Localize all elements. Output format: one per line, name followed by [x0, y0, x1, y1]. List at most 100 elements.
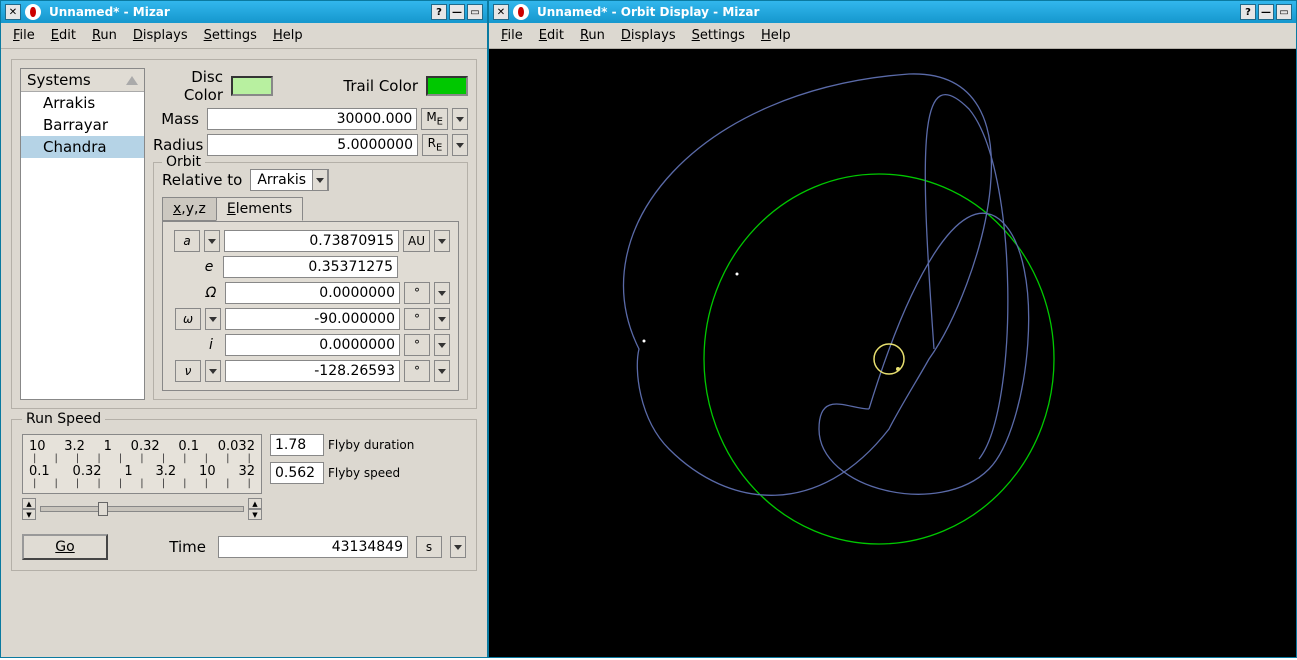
slider-down-icon[interactable]: ▼	[22, 509, 36, 520]
orbit-blue-trail-2	[925, 95, 1008, 459]
app-icon	[25, 4, 41, 20]
elem-nu-sym-dd[interactable]	[205, 360, 221, 382]
elem-a-sym-dd[interactable]	[204, 230, 220, 252]
radius-unit-button[interactable]: RE	[422, 134, 448, 156]
slider-up2-icon[interactable]: ▲	[248, 498, 262, 509]
go-button[interactable]: Go	[22, 534, 108, 560]
speed-slider[interactable]: ▲ ▼ ▲ ▼	[22, 498, 262, 520]
menu-edit[interactable]: Edit	[51, 28, 76, 43]
time-input[interactable]	[218, 536, 408, 558]
minimize-icon[interactable]: —	[1258, 4, 1274, 20]
menu-edit[interactable]: Edit	[539, 28, 564, 43]
help-icon[interactable]: ?	[1240, 4, 1256, 20]
radius-input[interactable]	[207, 134, 418, 156]
slider-up-icon[interactable]: ▲	[22, 498, 36, 509]
relative-to-value: Arrakis	[251, 172, 312, 188]
speed-scale: 10 3.2 1 0.32 0.1 0.032 ||||||||||| 0.1 …	[22, 434, 262, 494]
orbit-blue-trail-inner	[819, 213, 1029, 494]
tab-xyz[interactable]: x,y,z	[162, 197, 217, 221]
elem-a-sym[interactable]: a	[174, 230, 200, 252]
elem-i-unit-dd[interactable]	[434, 334, 450, 356]
body-white-dot-1	[736, 273, 739, 276]
sort-icon[interactable]	[126, 76, 138, 85]
tree-item-arrakis[interactable]: Arrakis	[21, 92, 144, 114]
elem-nu-unit-dd[interactable]	[434, 360, 450, 382]
orbit-display-window: ✕ Unnamed* - Orbit Display - Mizar ? — ▭…	[488, 0, 1297, 658]
systems-tree[interactable]: Systems Arrakis Barrayar Chandra	[20, 68, 145, 400]
elem-omega-sym-dd[interactable]	[205, 308, 221, 330]
elem-a-unit[interactable]: AU	[403, 230, 430, 252]
elem-a-input[interactable]	[224, 230, 399, 252]
radius-label: Radius	[153, 136, 203, 154]
slider-thumb[interactable]	[98, 502, 108, 516]
tab-elements[interactable]: Elements	[216, 197, 303, 221]
relative-to-combo[interactable]: Arrakis	[250, 169, 329, 191]
minimize-icon[interactable]: —	[449, 4, 465, 20]
tree-item-chandra[interactable]: Chandra	[21, 136, 144, 158]
flyby-duration-label: Flyby duration	[328, 438, 414, 452]
elem-omega-input[interactable]	[225, 308, 400, 330]
flyby-duration-input[interactable]	[270, 434, 324, 456]
elem-omega-sym[interactable]: ω	[175, 308, 201, 330]
elem-nu-sym[interactable]: ν	[175, 360, 201, 382]
scale-b4: 10	[199, 464, 216, 479]
time-label: Time	[169, 538, 210, 556]
slider-track[interactable]	[40, 506, 244, 512]
elem-nu-input[interactable]	[225, 360, 400, 382]
help-icon[interactable]: ?	[431, 4, 447, 20]
properties-panel: Disc Color Trail Color Mass ME Radius RE	[153, 68, 468, 400]
menu-run[interactable]: Run	[580, 28, 605, 43]
trail-color-swatch[interactable]	[426, 76, 468, 96]
time-unit-dropdown[interactable]	[450, 536, 466, 558]
scale-t5: 0.032	[218, 439, 255, 454]
scale-t2: 1	[104, 439, 112, 454]
elem-omega-cap-unit-dd[interactable]	[434, 282, 450, 304]
mass-input[interactable]	[207, 108, 417, 130]
mass-unit-button[interactable]: ME	[421, 108, 448, 130]
time-unit-button[interactable]: s	[416, 536, 442, 558]
orbit-fieldset: Orbit Relative to Arrakis x,y,z Elements	[153, 162, 468, 400]
titlebar[interactable]: ✕ Unnamed* - Mizar ? — ▭	[1, 1, 487, 23]
mass-unit-dropdown[interactable]	[452, 108, 468, 130]
flyby-speed-label: Flyby speed	[328, 466, 400, 480]
radius-unit-dropdown[interactable]	[452, 134, 468, 156]
body-yellow-dot	[896, 367, 900, 371]
elem-omega-cap-unit[interactable]: °	[404, 282, 430, 304]
elem-i-input[interactable]	[225, 334, 400, 356]
orbit-canvas[interactable]	[489, 49, 1296, 657]
titlebar-right[interactable]: ✕ Unnamed* - Orbit Display - Mizar ? — ▭	[489, 1, 1296, 23]
scale-t3: 0.32	[131, 439, 160, 454]
systems-header-label: Systems	[27, 71, 91, 89]
slider-down2-icon[interactable]: ▼	[248, 509, 262, 520]
menu-settings[interactable]: Settings	[204, 28, 257, 43]
maximize-icon[interactable]: ▭	[1276, 4, 1292, 20]
menu-help[interactable]: Help	[273, 28, 303, 43]
menu-file[interactable]: File	[13, 28, 35, 43]
elem-e-input[interactable]	[223, 256, 398, 278]
flyby-speed-input[interactable]	[270, 462, 324, 484]
disc-color-swatch[interactable]	[231, 76, 273, 96]
menu-help[interactable]: Help	[761, 28, 791, 43]
elem-i-unit[interactable]: °	[404, 334, 430, 356]
systems-header[interactable]: Systems	[21, 69, 144, 92]
relative-to-dropdown-icon[interactable]	[312, 169, 328, 191]
elem-omega-unit[interactable]: °	[404, 308, 430, 330]
menu-displays[interactable]: Displays	[621, 28, 676, 43]
tree-item-barrayar[interactable]: Barrayar	[21, 114, 144, 136]
menu-displays[interactable]: Displays	[133, 28, 188, 43]
close-icon[interactable]: ✕	[493, 4, 509, 20]
menu-settings[interactable]: Settings	[692, 28, 745, 43]
elem-i-sym: i	[201, 337, 221, 353]
menubar: File Edit Run Displays Settings Help	[1, 23, 487, 49]
menu-run[interactable]: Run	[92, 28, 117, 43]
scale-b0: 0.1	[29, 464, 50, 479]
elem-nu-unit[interactable]: °	[404, 360, 430, 382]
elem-omega-unit-dd[interactable]	[434, 308, 450, 330]
elem-a-unit-dd[interactable]	[434, 230, 450, 252]
maximize-icon[interactable]: ▭	[467, 4, 483, 20]
close-icon[interactable]: ✕	[5, 4, 21, 20]
menu-file[interactable]: File	[501, 28, 523, 43]
elem-omega-cap-input[interactable]	[225, 282, 400, 304]
orbit-legend: Orbit	[162, 154, 205, 170]
top-panel: Systems Arrakis Barrayar Chandra Disc Co…	[11, 59, 477, 409]
